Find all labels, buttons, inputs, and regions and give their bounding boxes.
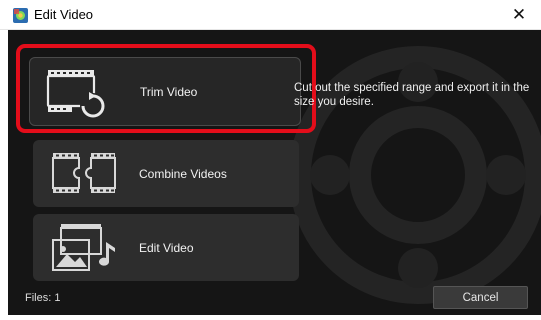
film-rotate-icon <box>46 70 106 119</box>
edit-video-button[interactable]: Edit Video <box>33 214 299 281</box>
edit-video-dialog: Edit Video ✕ Trim Video Combine Videos E… <box>0 0 541 320</box>
files-count: Files: 1 <box>25 292 61 304</box>
app-icon <box>13 8 28 23</box>
title-bar: Edit Video ✕ <box>0 0 541 30</box>
edit-video-label: Edit Video <box>139 240 194 255</box>
option-description: Cut out the specified range and export i… <box>294 82 530 108</box>
combine-videos-button[interactable]: Combine Videos <box>33 140 299 207</box>
puzzle-film-icon <box>52 153 116 193</box>
media-music-icon <box>52 224 115 271</box>
cancel-button[interactable]: Cancel <box>433 286 528 309</box>
dialog-content: Trim Video Combine Videos Edit Video Cut… <box>8 30 541 315</box>
close-button[interactable]: ✕ <box>497 0 541 30</box>
window-title: Edit Video <box>34 7 94 22</box>
trim-video-label: Trim Video <box>140 84 198 99</box>
combine-videos-label: Combine Videos <box>139 166 227 181</box>
close-icon: ✕ <box>511 5 527 25</box>
trim-video-button[interactable]: Trim Video <box>29 57 301 126</box>
